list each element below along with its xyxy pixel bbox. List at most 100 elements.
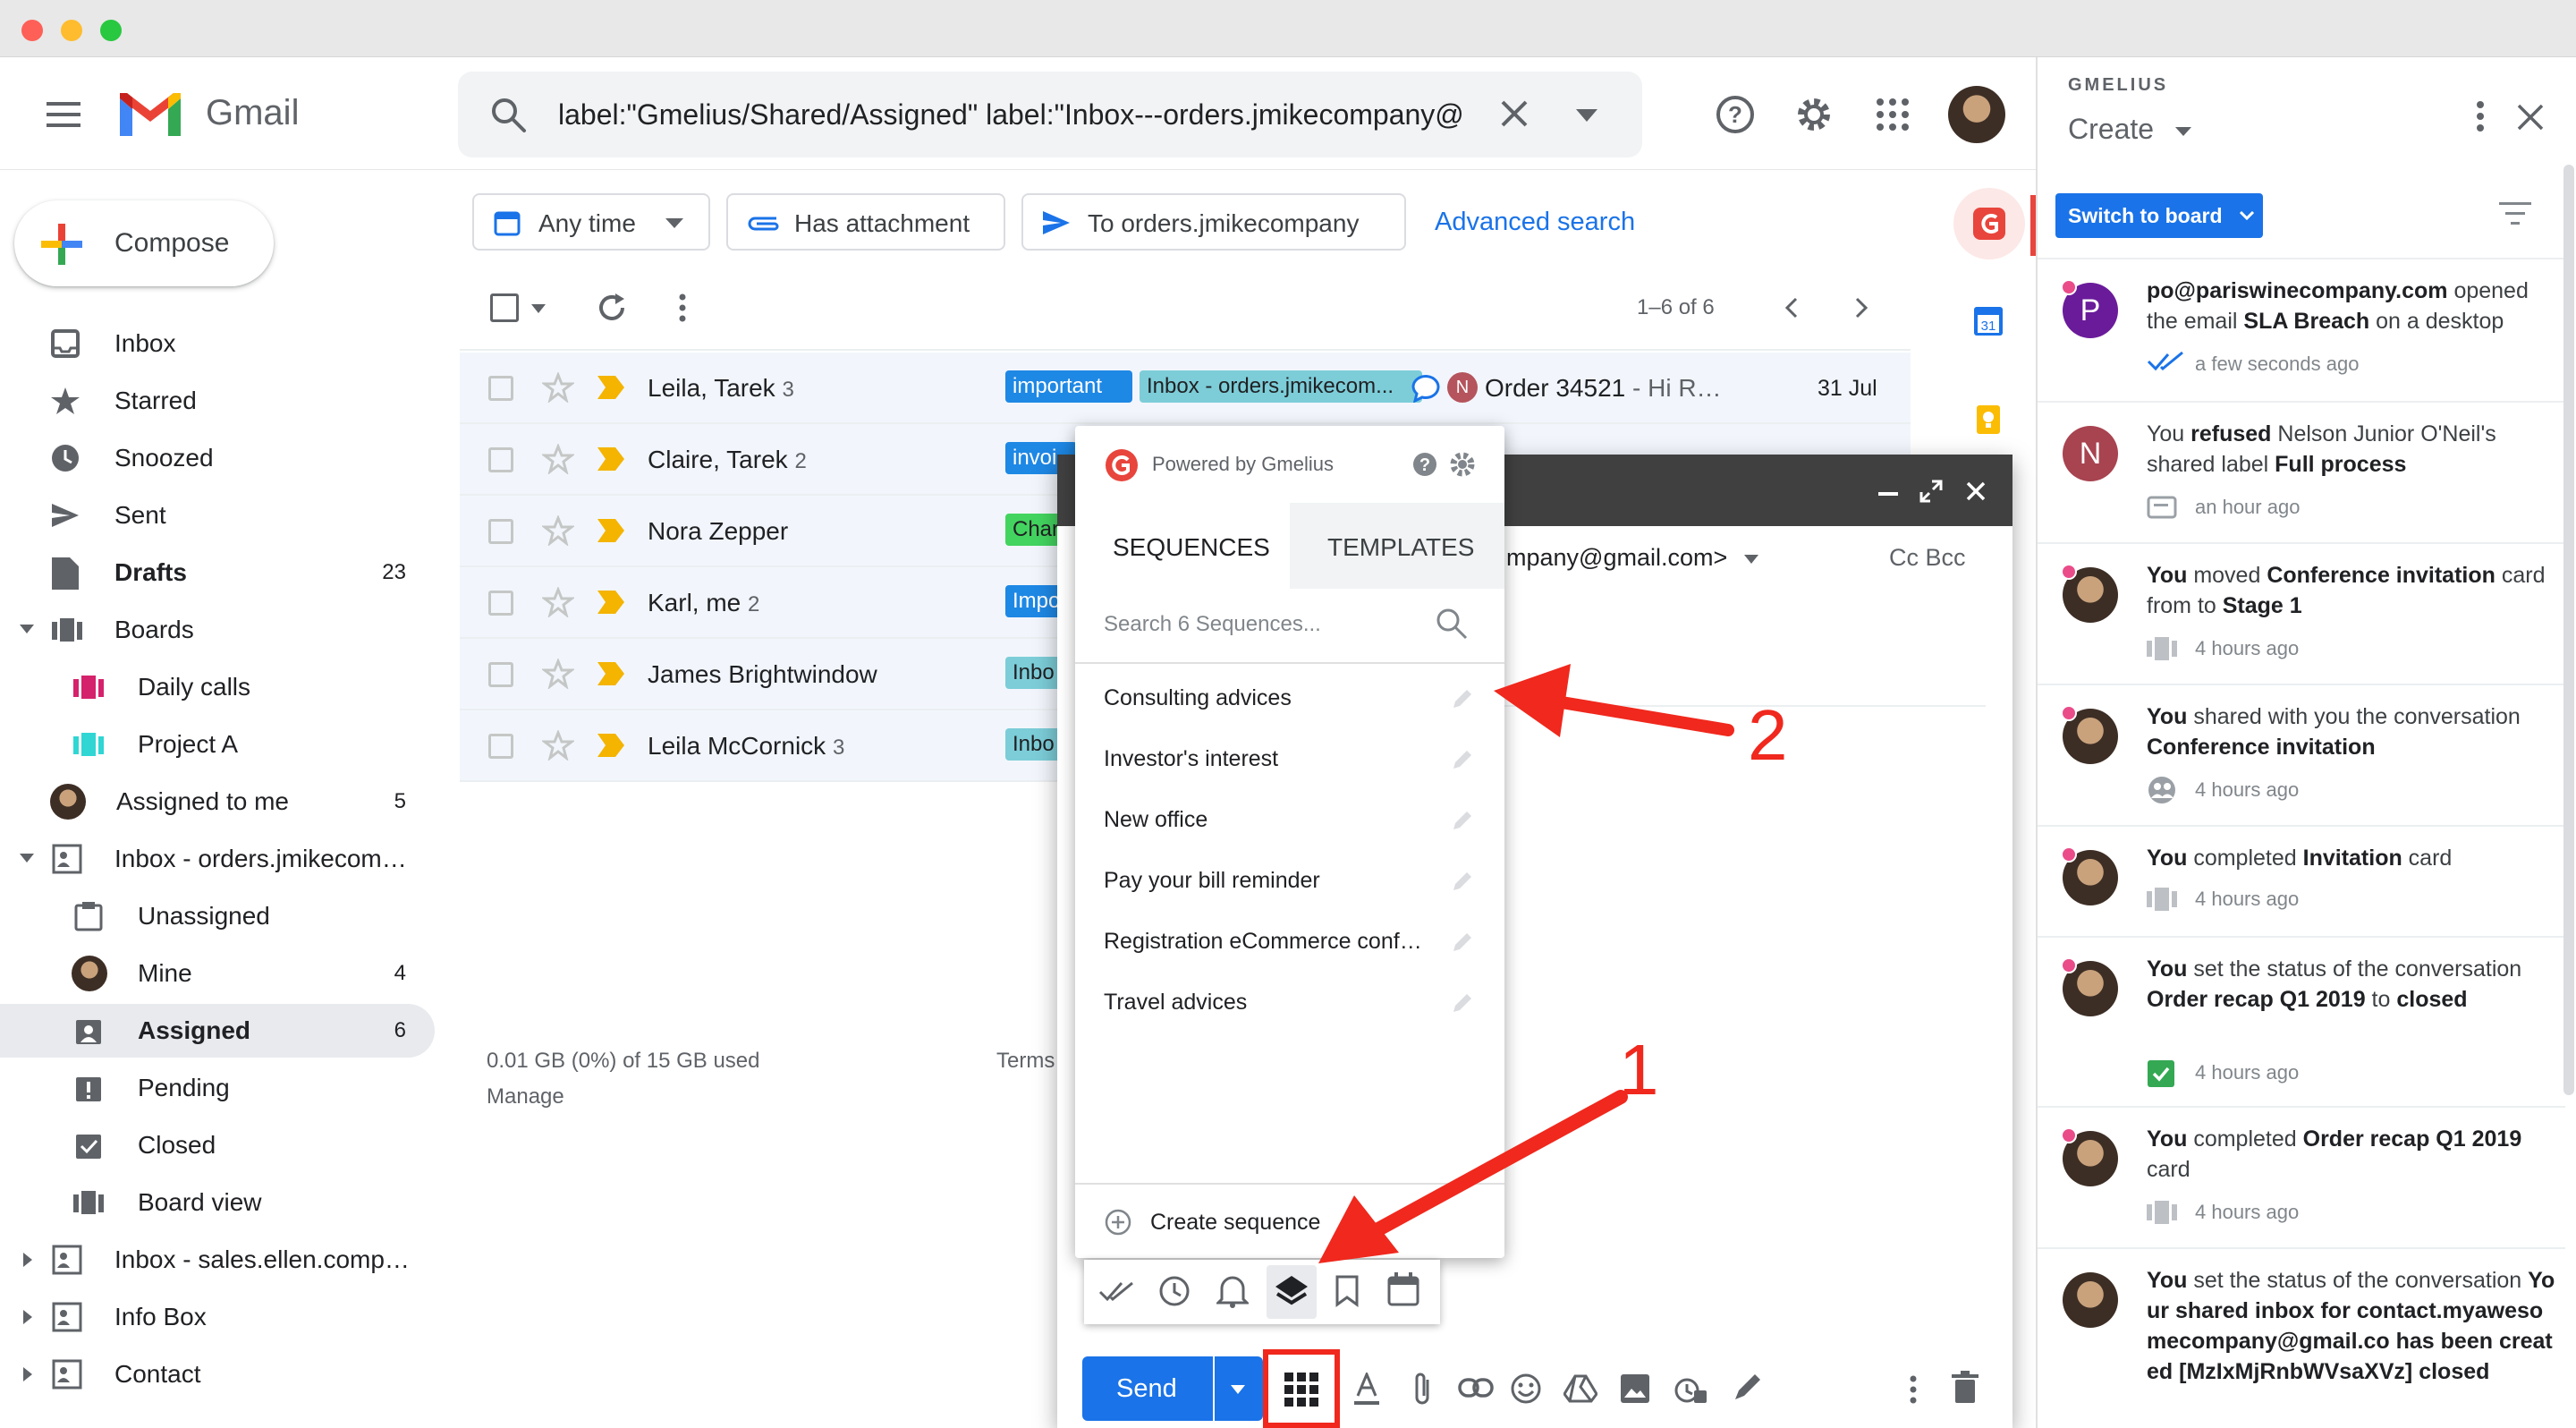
nav-starred[interactable]: Starred bbox=[0, 374, 435, 428]
importance-marker-icon[interactable] bbox=[597, 662, 624, 685]
nav-inbox-sales[interactable]: Inbox - sales.ellen.comp… bbox=[0, 1233, 435, 1287]
edit-pencil-icon[interactable] bbox=[1451, 748, 1474, 771]
advanced-search-link[interactable]: Advanced search bbox=[1435, 208, 1635, 237]
activity-item[interactable]: You completed Order recap Q1 2019 card 4… bbox=[2038, 1108, 2565, 1249]
importance-marker-icon[interactable] bbox=[597, 519, 624, 542]
main-menu-icon[interactable] bbox=[47, 100, 82, 129]
panel-scrollbar[interactable] bbox=[2563, 165, 2574, 1095]
activity-item[interactable]: You completed Invitation card 4 hours ag… bbox=[2038, 827, 2565, 938]
sequence-search-input[interactable]: Search 6 Sequences... bbox=[1104, 612, 1395, 637]
sequence-item[interactable]: New office bbox=[1075, 791, 1504, 852]
search-options-chevron-icon[interactable] bbox=[1576, 109, 1597, 122]
minimize-window-button[interactable] bbox=[61, 20, 82, 41]
more-vertical-icon[interactable] bbox=[2476, 100, 2485, 132]
more-options-icon[interactable] bbox=[1909, 1374, 1918, 1405]
chevron-down-icon[interactable] bbox=[2175, 127, 2191, 136]
filter-list-icon[interactable] bbox=[2499, 200, 2531, 227]
clear-search-icon[interactable] bbox=[1499, 98, 1530, 129]
edit-pencil-icon[interactable] bbox=[1451, 870, 1474, 893]
nav-boards[interactable]: Boards bbox=[0, 603, 435, 657]
schedule-clock-icon[interactable] bbox=[1157, 1274, 1191, 1308]
next-page-icon[interactable] bbox=[1855, 297, 1869, 319]
terms-link[interactable]: Terms bbox=[996, 1049, 1055, 1074]
expand-chevron-icon[interactable] bbox=[23, 1253, 34, 1267]
nav-daily-calls[interactable]: Daily calls bbox=[0, 660, 435, 714]
apps-grid-icon[interactable] bbox=[1875, 97, 1911, 132]
gmelius-addon-button[interactable] bbox=[1953, 188, 2025, 259]
insert-photo-icon[interactable] bbox=[1619, 1373, 1651, 1405]
account-avatar[interactable] bbox=[1948, 86, 2005, 143]
importance-marker-icon[interactable] bbox=[597, 734, 624, 757]
importance-marker-icon[interactable] bbox=[597, 376, 624, 399]
edit-pencil-icon[interactable] bbox=[1451, 809, 1474, 832]
google-drive-icon[interactable] bbox=[1563, 1374, 1597, 1403]
row-checkbox[interactable] bbox=[488, 376, 513, 401]
close-window-button[interactable] bbox=[21, 20, 43, 41]
send-options-button[interactable] bbox=[1215, 1356, 1263, 1421]
nav-assigned-to-me[interactable]: Assigned to me 5 bbox=[0, 775, 435, 829]
nav-board-view[interactable]: Board view bbox=[0, 1176, 435, 1229]
nav-unassigned[interactable]: Unassigned bbox=[0, 889, 435, 943]
nav-snoozed[interactable]: Snoozed bbox=[0, 431, 435, 485]
reminder-bell-icon[interactable] bbox=[1216, 1272, 1249, 1308]
switch-to-board-button[interactable]: Switch to board bbox=[2055, 193, 2263, 238]
manage-storage-link[interactable]: Manage bbox=[487, 1084, 564, 1109]
gmelius-toolbar-button[interactable] bbox=[1263, 1349, 1340, 1428]
help-icon[interactable]: ? bbox=[1716, 95, 1755, 134]
activity-item[interactable]: You shared with you the conversation Con… bbox=[2038, 685, 2565, 827]
from-chevron-icon[interactable] bbox=[1744, 555, 1758, 564]
format-text-icon[interactable] bbox=[1352, 1373, 1381, 1407]
nav-closed[interactable]: Closed bbox=[0, 1118, 435, 1172]
row-checkbox[interactable] bbox=[488, 591, 513, 616]
activity-item[interactable]: You moved Conference invitation card fro… bbox=[2038, 544, 2565, 685]
nav-contact[interactable]: Contact bbox=[0, 1347, 435, 1401]
template-bookmark-icon[interactable] bbox=[1335, 1274, 1360, 1308]
nav-inbox[interactable]: Inbox bbox=[0, 317, 435, 370]
sequence-item[interactable]: Consulting advices bbox=[1075, 669, 1504, 730]
activity-item[interactable]: N You refused Nelson Junior O'Neil's sha… bbox=[2038, 403, 2565, 544]
star-outline-icon[interactable] bbox=[542, 444, 574, 474]
star-outline-icon[interactable] bbox=[542, 372, 574, 403]
discard-trash-icon[interactable] bbox=[1952, 1371, 1979, 1405]
more-vertical-icon[interactable] bbox=[678, 293, 687, 322]
search-input[interactable]: label:"Gmelius/Shared/Assigned" label:"I… bbox=[558, 98, 1479, 132]
keep-addon-icon[interactable] bbox=[1973, 404, 2004, 435]
activity-item[interactable]: You set the status of the conversation O… bbox=[2038, 938, 2565, 1108]
help-icon[interactable]: ? bbox=[1411, 451, 1438, 478]
compose-button[interactable]: Compose bbox=[14, 200, 274, 286]
sequence-item[interactable]: Registration eCommerce conf… bbox=[1075, 913, 1504, 973]
nav-sent[interactable]: Sent bbox=[0, 489, 435, 542]
calendar-addon-icon[interactable]: 31 bbox=[1973, 306, 2004, 336]
email-row[interactable]: Leila, Tarek 3 important Inbox - orders.… bbox=[460, 353, 1911, 424]
emoji-icon[interactable] bbox=[1510, 1373, 1542, 1405]
expand-chevron-icon[interactable] bbox=[23, 1310, 34, 1324]
attach-file-icon[interactable] bbox=[1411, 1371, 1433, 1407]
star-outline-icon[interactable] bbox=[542, 515, 574, 546]
select-all-checkbox[interactable] bbox=[490, 293, 519, 322]
importance-marker-icon[interactable] bbox=[597, 447, 624, 471]
label-tag[interactable]: Inbox - orders.jmikecom... bbox=[1140, 370, 1422, 403]
sequence-item[interactable]: Investor's interest bbox=[1075, 730, 1504, 791]
insert-link-icon[interactable] bbox=[1458, 1376, 1494, 1399]
nav-info-box[interactable]: Info Box bbox=[0, 1290, 435, 1344]
search-icon[interactable] bbox=[1435, 607, 1469, 641]
star-outline-icon[interactable] bbox=[542, 730, 574, 761]
sequence-item[interactable]: Pay your bill reminder bbox=[1075, 852, 1504, 913]
close-panel-icon[interactable] bbox=[2517, 104, 2544, 131]
send-button[interactable]: Send bbox=[1082, 1356, 1213, 1421]
edit-pencil-icon[interactable] bbox=[1451, 931, 1474, 954]
nav-inbox-orders[interactable]: Inbox - orders.jmikecom… bbox=[0, 832, 435, 886]
edit-pencil-icon[interactable] bbox=[1451, 991, 1474, 1015]
minimize-icon[interactable] bbox=[1878, 492, 1898, 496]
read-receipt-check-icon[interactable] bbox=[1098, 1276, 1136, 1306]
nav-mine[interactable]: Mine 4 bbox=[0, 947, 435, 1000]
gmail-logo-icon[interactable] bbox=[116, 89, 184, 140]
prev-page-icon[interactable] bbox=[1784, 297, 1798, 319]
meeting-calendar-icon[interactable] bbox=[1386, 1272, 1420, 1308]
search-bar[interactable]: label:"Gmelius/Shared/Assigned" label:"I… bbox=[458, 72, 1642, 157]
activity-item[interactable]: You set the status of the conversation Y… bbox=[2038, 1249, 2565, 1428]
row-checkbox[interactable] bbox=[488, 519, 513, 544]
tab-templates[interactable]: TEMPLATES bbox=[1290, 503, 1504, 589]
star-outline-icon[interactable] bbox=[542, 659, 574, 689]
collapse-chevron-icon[interactable] bbox=[20, 854, 34, 864]
